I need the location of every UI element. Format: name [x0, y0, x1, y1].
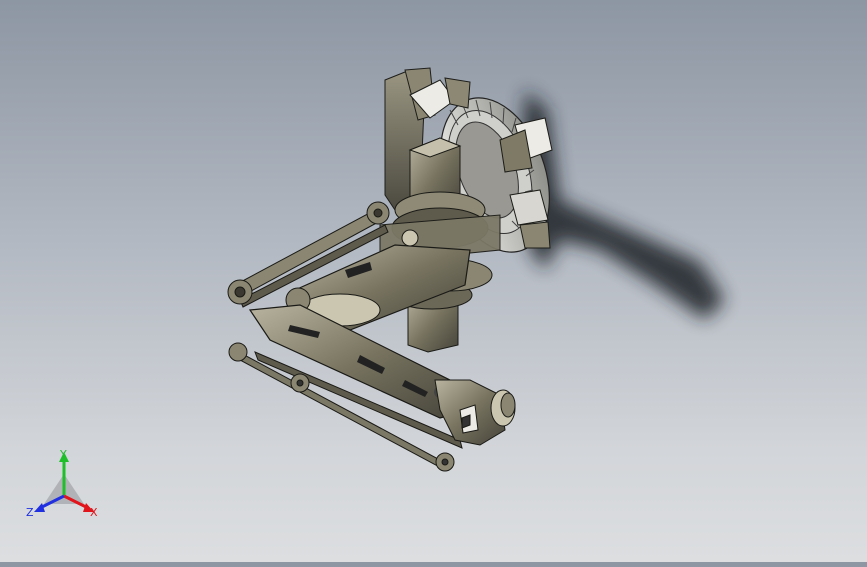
z-axis-label: Z: [26, 506, 34, 519]
coordinate-triad: Y X Z: [22, 446, 106, 526]
y-axis-label: Y: [59, 448, 67, 461]
model-canvas[interactable]: [0, 0, 867, 562]
model-viewport[interactable]: Y X Z: [0, 0, 867, 562]
x-axis-label: X: [90, 506, 98, 519]
model-shadow: [520, 90, 725, 320]
z-axis-arrowhead: [34, 503, 45, 512]
triad-graphic: Y X Z: [26, 448, 98, 519]
